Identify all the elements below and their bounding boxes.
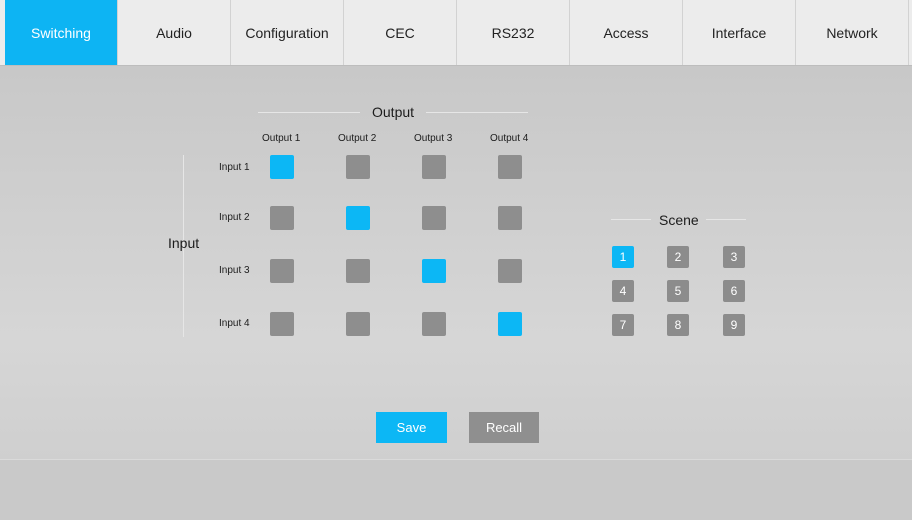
tab-configuration[interactable]: Configuration	[231, 0, 344, 65]
matrix-cell-in3-out4[interactable]	[498, 259, 522, 283]
input-label-1: Input 1	[219, 162, 250, 173]
tab-network[interactable]: Network	[796, 0, 909, 65]
matrix-cell-in3-out3[interactable]	[422, 259, 446, 283]
output-divider-right	[426, 112, 528, 113]
scene-divider-right	[706, 219, 746, 220]
save-button[interactable]: Save	[376, 412, 447, 443]
matrix-cell-in2-out2[interactable]	[346, 206, 370, 230]
matrix-cell-in1-out2[interactable]	[346, 155, 370, 179]
matrix-cell-in2-out4[interactable]	[498, 206, 522, 230]
tab-switching[interactable]: Switching	[5, 0, 118, 65]
output-label-2: Output 2	[338, 133, 377, 144]
scene-button-4[interactable]: 4	[612, 280, 634, 302]
tab-bar: Switching Audio Configuration CEC RS232 …	[0, 0, 912, 66]
tab-audio[interactable]: Audio	[118, 0, 231, 65]
scene-button-2[interactable]: 2	[667, 246, 689, 268]
output-title: Output	[372, 104, 415, 120]
scene-button-7[interactable]: 7	[612, 314, 634, 336]
output-label-3: Output 3	[414, 133, 453, 144]
tab-rs232[interactable]: RS232	[457, 0, 570, 65]
scene-button-5[interactable]: 5	[667, 280, 689, 302]
scene-button-6[interactable]: 6	[723, 280, 745, 302]
tab-interface[interactable]: Interface	[683, 0, 796, 65]
output-divider-left	[258, 112, 360, 113]
recall-button[interactable]: Recall	[469, 412, 539, 443]
matrix-cell-in3-out1[interactable]	[270, 259, 294, 283]
matrix-cell-in1-out1[interactable]	[270, 155, 294, 179]
input-label-4: Input 4	[219, 318, 250, 329]
tab-access[interactable]: Access	[570, 0, 683, 65]
matrix-cell-in2-out3[interactable]	[422, 206, 446, 230]
matrix-cell-in2-out1[interactable]	[270, 206, 294, 230]
output-label-4: Output 4	[490, 133, 529, 144]
scene-button-3[interactable]: 3	[723, 246, 745, 268]
scene-divider-left	[611, 219, 651, 220]
footer-bar	[0, 459, 912, 520]
matrix-cell-in1-out3[interactable]	[422, 155, 446, 179]
input-label-3: Input 3	[219, 265, 250, 276]
output-label-1: Output 1	[262, 133, 301, 144]
matrix-cell-in4-out1[interactable]	[270, 312, 294, 336]
switching-panel	[0, 66, 912, 459]
scene-button-8[interactable]: 8	[667, 314, 689, 336]
input-label-2: Input 2	[219, 212, 250, 223]
matrix-cell-in3-out2[interactable]	[346, 259, 370, 283]
input-title: Input	[168, 235, 200, 251]
scene-button-9[interactable]: 9	[723, 314, 745, 336]
matrix-cell-in4-out2[interactable]	[346, 312, 370, 336]
scene-title: Scene	[659, 212, 699, 228]
matrix-cell-in4-out4[interactable]	[498, 312, 522, 336]
matrix-cell-in4-out3[interactable]	[422, 312, 446, 336]
matrix-cell-in1-out4[interactable]	[498, 155, 522, 179]
tab-cec[interactable]: CEC	[344, 0, 457, 65]
scene-button-1[interactable]: 1	[612, 246, 634, 268]
